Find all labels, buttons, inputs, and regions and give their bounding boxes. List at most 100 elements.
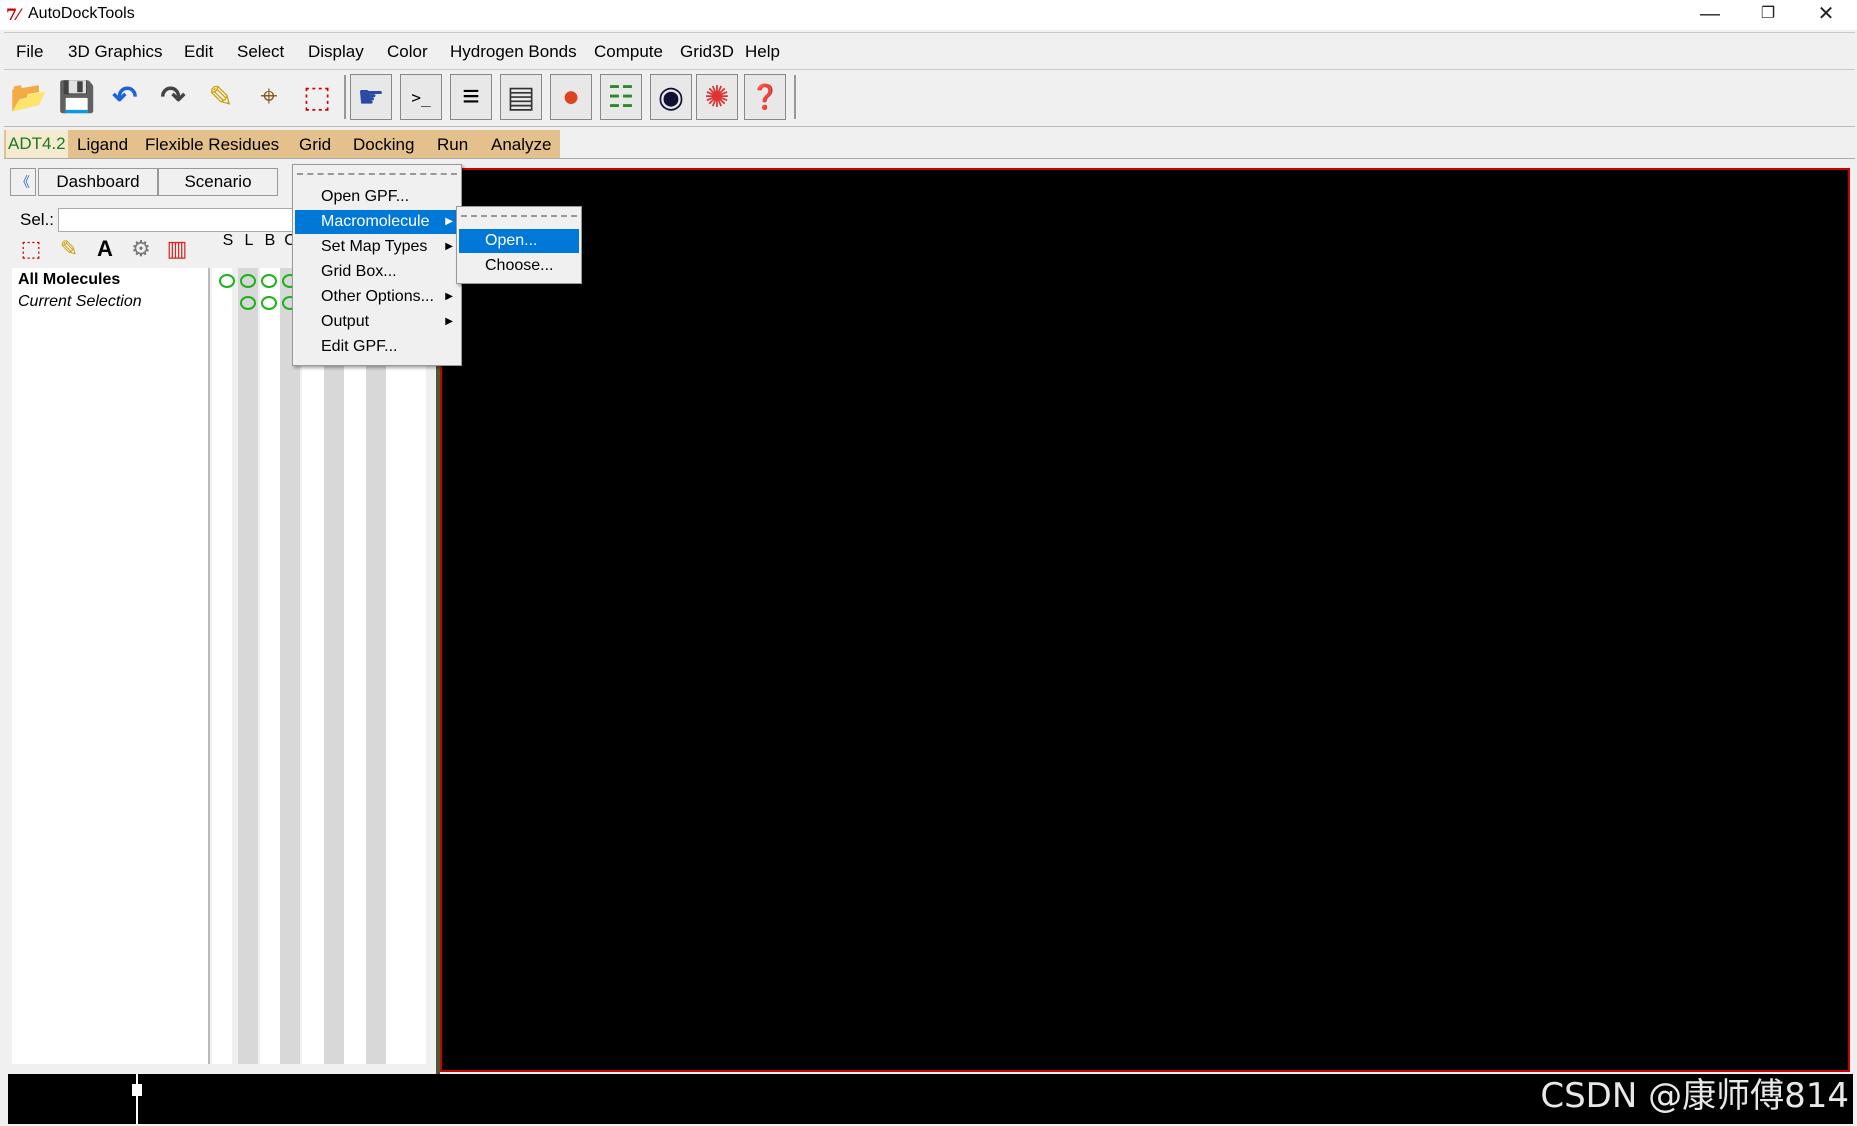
column-strip — [280, 268, 300, 1064]
title-bar: 7⁄ AutoDockTools — ❐ ✕ — [0, 0, 1857, 30]
column-strip — [324, 268, 344, 1064]
close-button[interactable]: ✕ — [1798, 0, 1854, 30]
open-folder-icon[interactable]: 📂 — [8, 74, 50, 120]
hierarchy-icon[interactable]: ☷ — [600, 74, 642, 120]
slider-handle[interactable] — [132, 1084, 142, 1096]
menu-item-label: Choose... — [485, 257, 554, 274]
submenu-arrow-icon: ▶ — [445, 241, 453, 252]
tab-flexible-residues[interactable]: Flexible Residues — [145, 135, 279, 155]
menu-bar: File 3D Graphics Edit Select Display Col… — [4, 32, 1855, 70]
tab-adt42[interactable]: ADT4.2 — [6, 130, 68, 158]
menu-tear-off[interactable] — [297, 173, 457, 175]
menu-item-edit-gpf[interactable]: Edit GPF... — [295, 335, 459, 359]
lines-toggle-circle[interactable] — [240, 274, 256, 288]
text-log-icon[interactable]: ≡ — [450, 74, 492, 120]
color-pencil-icon[interactable]: ✎ — [200, 74, 242, 120]
watermark: CSDN @康师傅814 — [1540, 1076, 1849, 1116]
menu-item-label: Set Map Types — [321, 238, 428, 255]
menu-item-label: Open... — [485, 232, 538, 249]
balls-toggle-circle[interactable] — [261, 274, 277, 288]
help-balloon-icon[interactable]: ❓ — [744, 74, 786, 120]
menu-item-label: Grid Box... — [321, 263, 397, 280]
menu-display[interactable]: Display — [308, 42, 364, 62]
menu-compute[interactable]: Compute — [594, 42, 663, 62]
menu-tear-off[interactable] — [461, 215, 577, 217]
lines-toggle-circle[interactable] — [240, 296, 256, 310]
menu-item-label: Open GPF... — [321, 188, 410, 205]
menu-item-macromolecule[interactable]: Macromolecule ▶ — [295, 210, 459, 234]
menu-item-label: Edit GPF... — [321, 338, 398, 355]
menu-item-open-gpf[interactable]: Open GPF... — [295, 185, 459, 209]
menu-item-other-options[interactable]: Other Options... ▶ — [295, 285, 459, 309]
column-strip — [386, 268, 426, 1064]
pick-hand-icon[interactable]: ☛ — [350, 74, 392, 120]
collapse-panel-button[interactable]: 《 — [10, 168, 36, 196]
show-toggle-circle[interactable] — [219, 274, 235, 288]
label-tool-icon[interactable]: A — [88, 232, 122, 266]
dashboard-icon[interactable]: ▤ — [500, 74, 542, 120]
menu-select[interactable]: Select — [237, 42, 284, 62]
molecule-tree: All Molecules Current Selection — [12, 268, 210, 1064]
toolbar-separator — [794, 75, 796, 119]
3d-viewer-canvas[interactable] — [440, 168, 1850, 1072]
minimize-button[interactable]: — — [1682, 0, 1738, 30]
menu-grid3d[interactable]: Grid3D — [680, 42, 734, 62]
surface-icon[interactable]: ✺ — [696, 74, 738, 120]
pencil-tool-icon[interactable]: ✎ — [52, 232, 86, 266]
column-strip — [366, 268, 386, 1064]
menu-item-output[interactable]: Output ▶ — [295, 310, 459, 334]
column-header-s[interactable]: S — [218, 232, 238, 250]
selection-label: Sel.: — [20, 210, 55, 229]
selection-input[interactable] — [58, 208, 300, 232]
submenu-arrow-icon: ▶ — [445, 316, 453, 327]
center-target-icon[interactable]: ⌖ — [248, 74, 290, 120]
python-shell-icon[interactable]: >_ — [400, 74, 442, 120]
menu-help[interactable]: Help — [745, 42, 780, 62]
toolbar-separator — [344, 75, 346, 119]
toolbar: 📂 💾 ↶ ↷ ✎ ⌖ ⬚ ☛ >_ ≡ ▤ ● ☷ ◉ ✺ ❓ — [4, 70, 1855, 127]
column-strip — [260, 268, 280, 1064]
menu-item-label: Other Options... — [321, 288, 434, 305]
menu-item-set-map-types[interactable]: Set Map Types ▶ — [295, 235, 459, 259]
column-strip — [302, 268, 324, 1064]
menu-hydrogen-bonds[interactable]: Hydrogen Bonds — [450, 42, 577, 62]
color-blob-icon[interactable]: ● — [550, 74, 592, 120]
window-title: AutoDockTools — [28, 5, 135, 22]
menu-item-open[interactable]: Open... — [459, 229, 579, 253]
stereo-glasses-icon[interactable]: ◉ — [650, 74, 692, 120]
bars-tool-icon[interactable]: ▥ — [160, 232, 194, 266]
tab-scenario[interactable]: Scenario — [158, 168, 278, 196]
balls-toggle-circle[interactable] — [261, 296, 277, 310]
undo-icon[interactable]: ↶ — [104, 74, 146, 120]
selection-icon[interactable]: ⬚ — [296, 74, 338, 120]
save-icon[interactable]: 💾 — [56, 74, 98, 120]
submenu-arrow-icon: ▶ — [445, 216, 453, 227]
menu-file[interactable]: File — [16, 42, 43, 62]
menu-3d-graphics[interactable]: 3D Graphics — [68, 42, 162, 62]
gear-tool-icon[interactable]: ⚙ — [124, 232, 158, 266]
tab-run[interactable]: Run — [437, 135, 468, 155]
tab-dashboard[interactable]: Dashboard — [38, 168, 158, 196]
macromolecule-submenu: Open... Choose... — [456, 206, 582, 284]
column-header-l[interactable]: L — [239, 232, 259, 250]
redo-icon[interactable]: ↷ — [152, 74, 194, 120]
tab-grid[interactable]: Grid — [299, 135, 331, 155]
tab-ligand[interactable]: Ligand — [77, 135, 128, 155]
column-strip — [344, 268, 366, 1064]
menu-item-choose[interactable]: Choose... — [459, 254, 579, 278]
tree-item-current-selection[interactable]: Current Selection — [18, 293, 142, 311]
menu-color[interactable]: Color — [387, 42, 428, 62]
tab-analyze[interactable]: Analyze — [491, 135, 551, 155]
submenu-arrow-icon: ▶ — [445, 291, 453, 302]
menu-item-label: Output — [321, 313, 370, 330]
column-header-b[interactable]: B — [260, 232, 280, 250]
restore-button[interactable]: ❐ — [1740, 0, 1796, 30]
menu-edit[interactable]: Edit — [184, 42, 213, 62]
select-tool-icon[interactable]: ⬚ — [14, 232, 48, 266]
tab-docking[interactable]: Docking — [353, 135, 414, 155]
menu-item-label: Macromolecule — [321, 213, 430, 230]
column-strip — [238, 268, 258, 1064]
tree-item-all-molecules[interactable]: All Molecules — [18, 271, 120, 289]
slider-track — [136, 1074, 138, 1124]
menu-item-grid-box[interactable]: Grid Box... — [295, 260, 459, 284]
